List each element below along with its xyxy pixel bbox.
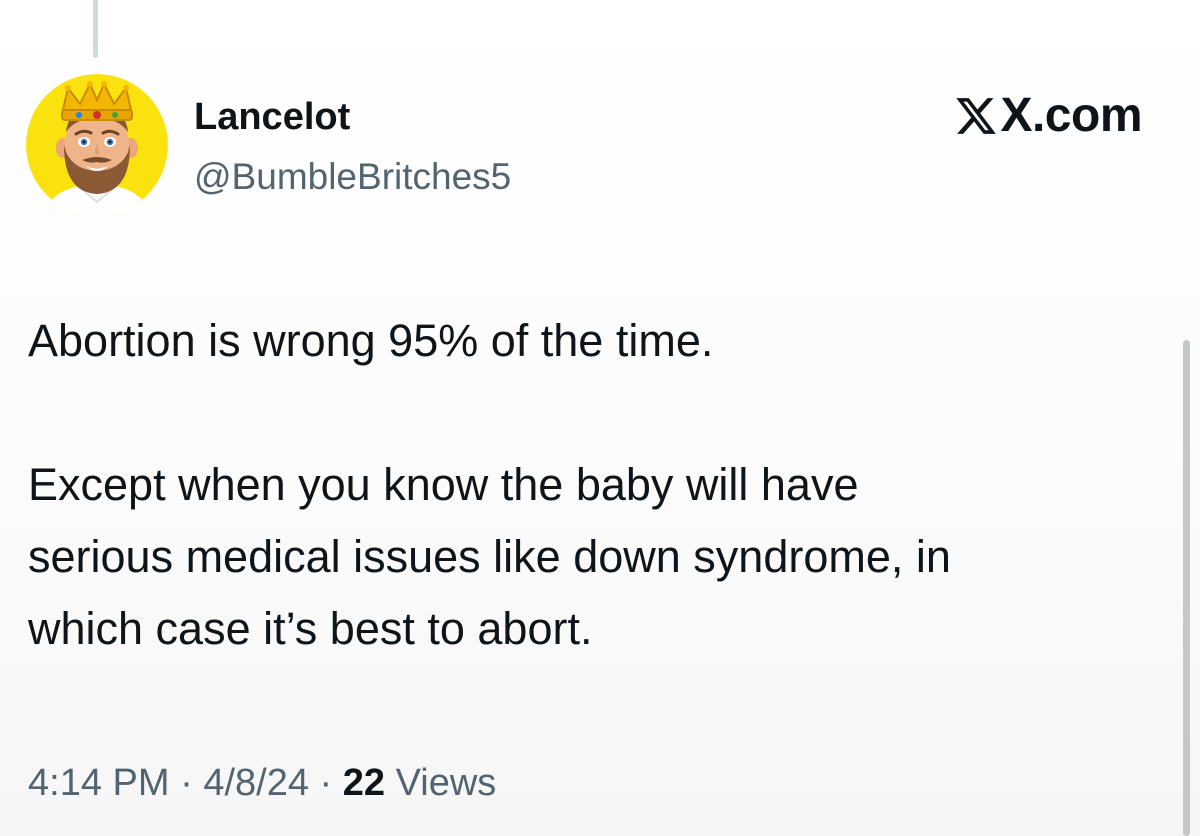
meta-separator: · — [319, 762, 333, 804]
avatar[interactable] — [26, 74, 168, 216]
x-logo-icon — [954, 94, 998, 138]
tweet-text: Abortion is wrong 95% of the time. Excep… — [28, 305, 1158, 665]
crowned-bearded-man-avatar-icon — [26, 74, 168, 216]
tweet-metadata: 4:14 PM · 4/8/24 · 22 Views — [28, 762, 496, 805]
views-count[interactable]: 22 — [343, 762, 385, 804]
tweet-text-line: serious medical issues like down syndrom… — [28, 531, 951, 582]
tweet-text-line: Abortion is wrong 95% of the time. — [28, 315, 714, 366]
paragraph-break — [28, 377, 1158, 449]
views-label: Views — [395, 762, 497, 804]
brand-label: X.com — [1000, 89, 1142, 142]
thread-connector-line — [93, 0, 98, 58]
author-display-name[interactable]: Lancelot — [194, 96, 350, 139]
tweet-date[interactable]: 4/8/24 — [203, 762, 309, 804]
tweet-screenshot: Lancelot @BumbleBritches5 X.com Abortion… — [0, 0, 1200, 836]
tweet-time[interactable]: 4:14 PM — [28, 762, 170, 804]
tweet-text-line: Except when you know the baby will have — [28, 459, 859, 510]
author-handle[interactable]: @BumbleBritches5 — [194, 156, 511, 198]
meta-separator: · — [180, 762, 193, 804]
brand-watermark: X.com — [954, 88, 1142, 143]
tweet-text-line: which case it’s best to abort. — [28, 603, 593, 654]
scrollbar[interactable] — [1183, 340, 1190, 836]
